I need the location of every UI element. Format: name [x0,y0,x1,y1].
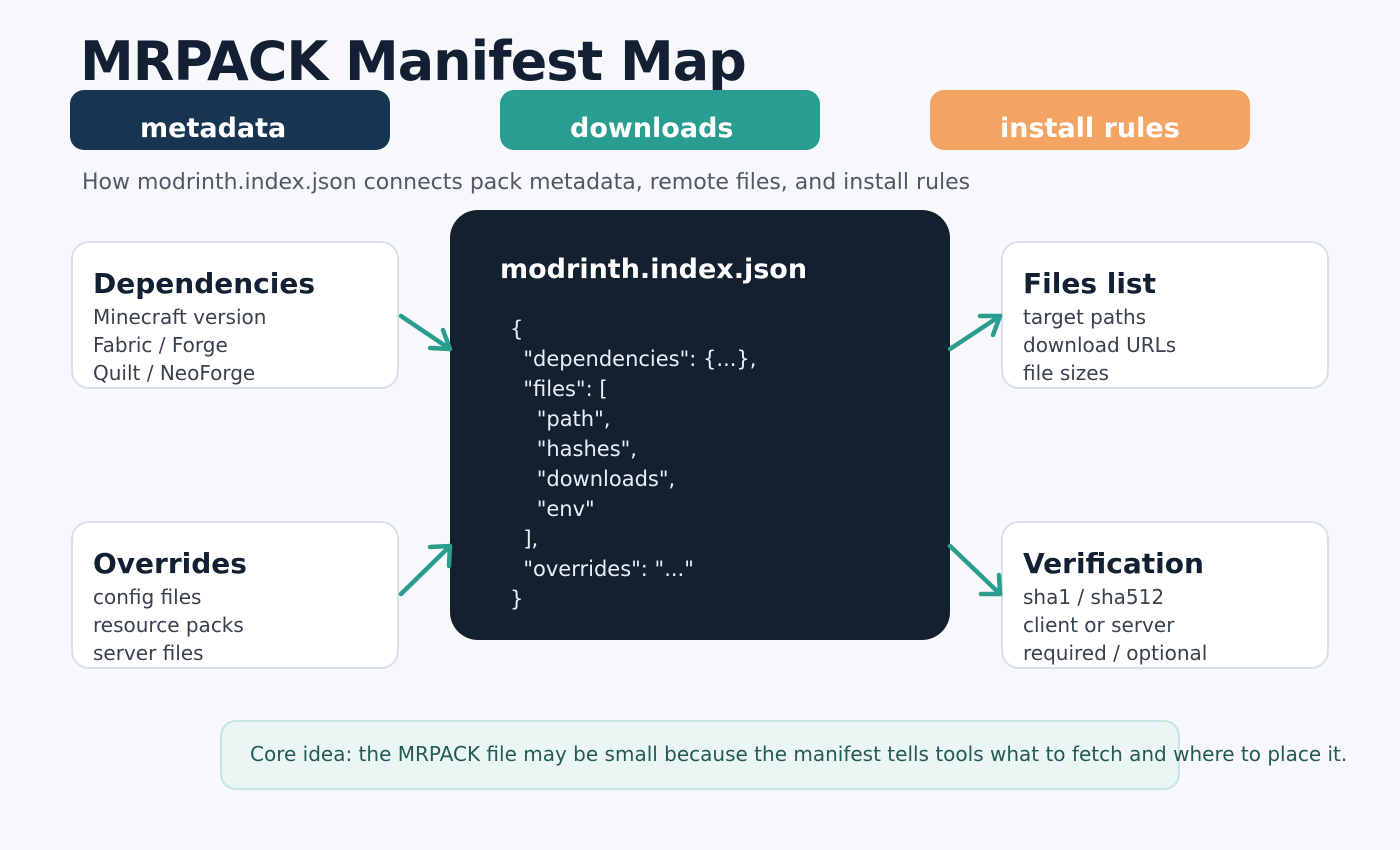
arrow-dependencies-to-manifest [398,313,453,352]
arrow-manifest-to-files-list [947,313,1003,352]
core-idea-text: Core idea: the MRPACK file may be small … [250,742,1348,766]
arrow-manifest-to-verification [947,543,1003,597]
arrow-overrides-to-manifest [398,543,453,597]
